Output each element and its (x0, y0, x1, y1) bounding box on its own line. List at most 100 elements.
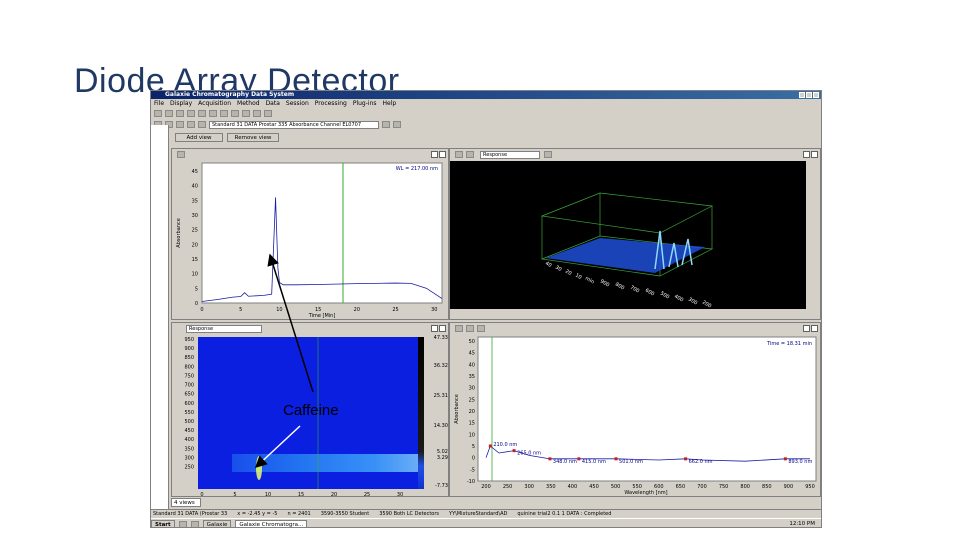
x-tick-label: 950 (805, 484, 815, 490)
window-titlebar: Galaxie Chromatography Data System (151, 91, 821, 99)
minimize-button[interactable] (799, 92, 805, 98)
scale-label: 25.31 (434, 393, 448, 399)
panel-minimize-button[interactable] (431, 151, 438, 158)
session-tree[interactable] (151, 125, 169, 515)
tools-icon[interactable] (382, 121, 390, 128)
add-view-button[interactable]: Add view (175, 133, 223, 142)
taskbar-item-galaxie[interactable]: Galaxie (202, 519, 232, 527)
remove-view-button[interactable]: Remove view (227, 133, 279, 142)
y-tick-label: 800 (184, 364, 194, 370)
print-icon[interactable] (177, 151, 185, 158)
glasses-icon[interactable] (466, 151, 474, 158)
menu-processing[interactable]: Processing (315, 99, 347, 108)
contour-color-scale (418, 337, 424, 489)
x-tick-label: 15 (298, 492, 304, 497)
open-icon[interactable] (165, 110, 173, 117)
settings-icon[interactable] (393, 121, 401, 128)
peak-marker[interactable] (488, 444, 492, 448)
cursor-icon[interactable] (176, 121, 184, 128)
spectrum-ylabel: Absorbance (454, 394, 460, 424)
y-tick-label: 900 (184, 346, 194, 352)
menu-display[interactable]: Display (170, 99, 192, 108)
x-tick-label: 200 (481, 484, 491, 490)
contour-toolbar: Response (172, 323, 448, 334)
integrate-icon[interactable] (198, 121, 206, 128)
menu-help[interactable]: Help (383, 99, 397, 108)
close-button[interactable] (813, 92, 819, 98)
sequence-icon[interactable] (242, 110, 250, 117)
views-tab[interactable]: 4 views (171, 498, 201, 507)
menu-data[interactable]: Data (266, 99, 280, 108)
x-tick-label: 750 (719, 484, 729, 490)
new-icon[interactable] (154, 110, 162, 117)
report-icon[interactable] (253, 110, 261, 117)
wl-label: WL = 217.00 nm (396, 166, 438, 172)
menu-plugins[interactable]: Plug-ins (353, 99, 377, 108)
panel-minimize-button[interactable] (431, 325, 438, 332)
peak-marker[interactable] (577, 457, 581, 461)
status-detectors: 3590 Both LC Detectors (379, 511, 440, 517)
y-tick-label: 5 (472, 444, 475, 450)
peak-marker[interactable] (684, 457, 688, 461)
panel-maximize-button[interactable] (439, 151, 446, 158)
ie-icon[interactable] (178, 520, 187, 527)
menu-session[interactable]: Session (286, 99, 309, 108)
peak-marker[interactable] (512, 449, 516, 453)
y-tick-label: 300 (184, 455, 194, 461)
run-icon[interactable] (220, 110, 228, 117)
y-tick-label: 45 (192, 169, 198, 175)
panel-minimize-button[interactable] (803, 151, 810, 158)
y-tick-label: 850 (184, 355, 194, 361)
start-button[interactable]: Start (151, 519, 175, 527)
y-tick-label: 650 (184, 392, 194, 398)
menu-acquisition[interactable]: Acquisition (198, 99, 231, 108)
menu-method[interactable]: Method (237, 99, 260, 108)
y-tick-label: 50 (469, 339, 475, 345)
peak-marker[interactable] (614, 457, 618, 461)
y-tick-label: 350 (184, 446, 194, 452)
pencil-icon[interactable] (455, 151, 463, 158)
spectrum-chart[interactable]: Time = 18.31 min Absorbance Wavelength [… (450, 335, 821, 497)
chromatogram-chart[interactable]: WL = 217.00 nm Absorbance Time [Min] 45 4… (172, 161, 449, 320)
contour-response-select[interactable]: Response (186, 325, 262, 333)
x-tick-label: 400 (568, 484, 578, 490)
y-tick-label: 45 (469, 351, 475, 357)
desktop-icon[interactable] (190, 520, 199, 527)
plot3d-scrollbar[interactable] (806, 161, 821, 309)
page-icon[interactable] (477, 325, 485, 332)
maximize-button[interactable] (806, 92, 812, 98)
plot3d-toolbar: Response (450, 149, 820, 160)
panel-maximize-button[interactable] (439, 325, 446, 332)
help-icon[interactable] (264, 110, 272, 117)
menu-file[interactable]: File (154, 99, 164, 108)
peak-label: 348.0 nm (553, 459, 577, 465)
copy-icon[interactable] (466, 325, 474, 332)
print-icon[interactable] (455, 325, 463, 332)
peak-label: 210.0 nm (493, 442, 517, 448)
plot3d-chart[interactable]: 40 30 20 10 min 900 800 700 600 500 400 300 200 (450, 161, 821, 311)
status-system: 3590-3550 Student (320, 511, 370, 517)
menu-bar: File Display Acquisition Method Data Ses… (151, 99, 821, 108)
channel-select[interactable]: Standard 31 DATA Prostar 335 Absorbance … (209, 120, 379, 129)
peak-marker[interactable] (783, 457, 787, 461)
panel-minimize-button[interactable] (803, 325, 810, 332)
print-icon[interactable] (187, 110, 195, 117)
x-tick-label: 0 (200, 492, 203, 497)
taskbar-item-galaxie-chromatography[interactable]: Galaxie Chromatogra... (235, 519, 308, 527)
panel-maximize-button[interactable] (811, 325, 818, 332)
acquire-icon[interactable] (198, 110, 206, 117)
stop-icon[interactable] (231, 110, 239, 117)
chromatogram-xlabel: Time [Min] (308, 313, 336, 319)
x-tick-label: 15 (315, 307, 321, 313)
x-tick-label: 10 (276, 307, 282, 313)
print-icon[interactable] (544, 151, 552, 158)
panel-maximize-button[interactable] (811, 151, 818, 158)
plot3d-panel: Response 40 30 20 10 min 900 800 700 600 500 400 30… (449, 148, 821, 320)
plot3d-response-select[interactable]: Response (480, 151, 540, 159)
y-tick-label: 40 (192, 184, 198, 190)
overlay-icon[interactable] (187, 121, 195, 128)
method-icon[interactable] (209, 110, 217, 117)
window-title: Galaxie Chromatography Data System (165, 91, 295, 98)
save-icon[interactable] (176, 110, 184, 117)
peak-marker[interactable] (548, 457, 552, 461)
